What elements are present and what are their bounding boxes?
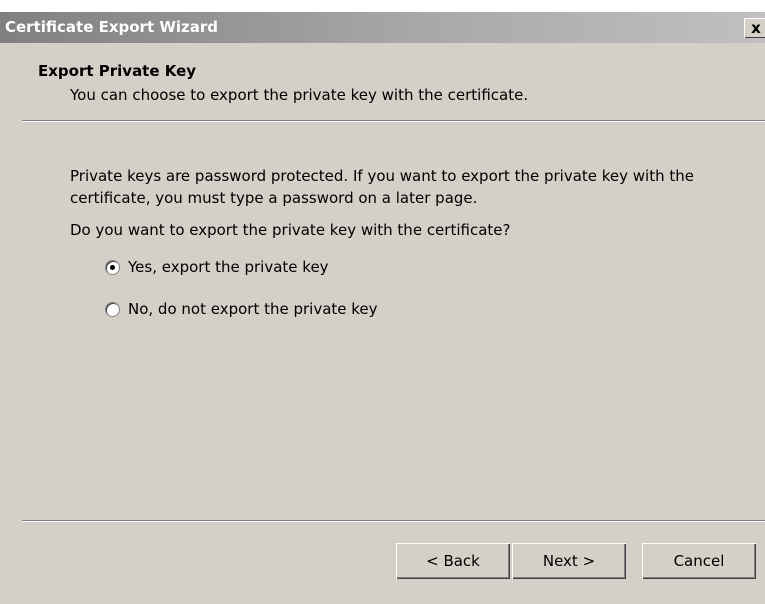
window-title: Certificate Export Wizard [5,18,219,36]
page-subtitle: You can choose to export the private key… [70,86,529,104]
page-title: Export Private Key [38,62,197,80]
footer-divider [22,520,765,522]
next-button[interactable]: Next > [512,543,626,579]
question-text: Do you want to export the private key wi… [70,221,511,239]
description-text: Private keys are password protected. If … [70,165,694,209]
description-line-1: Private keys are password protected. If … [70,167,694,185]
radio-no-label[interactable]: No, do not export the private key [128,300,378,318]
radio-no-export[interactable]: No, do not export the private key [105,299,378,319]
back-button[interactable]: < Back [396,543,510,579]
radio-yes-export[interactable]: Yes, export the private key [105,257,329,277]
radio-yes-label[interactable]: Yes, export the private key [128,258,329,276]
close-icon: x [751,19,761,37]
cancel-button[interactable]: Cancel [642,543,756,579]
radio-button-unchecked-icon[interactable] [105,301,120,317]
wizard-header: Export Private Key You can choose to exp… [0,43,765,132]
close-button[interactable]: x [744,18,765,38]
radio-button-checked-icon[interactable] [105,259,120,275]
title-bar[interactable]: Certificate Export Wizard x [0,12,765,43]
header-divider [22,120,765,122]
description-line-2: certificate, you must type a password on… [70,189,478,207]
